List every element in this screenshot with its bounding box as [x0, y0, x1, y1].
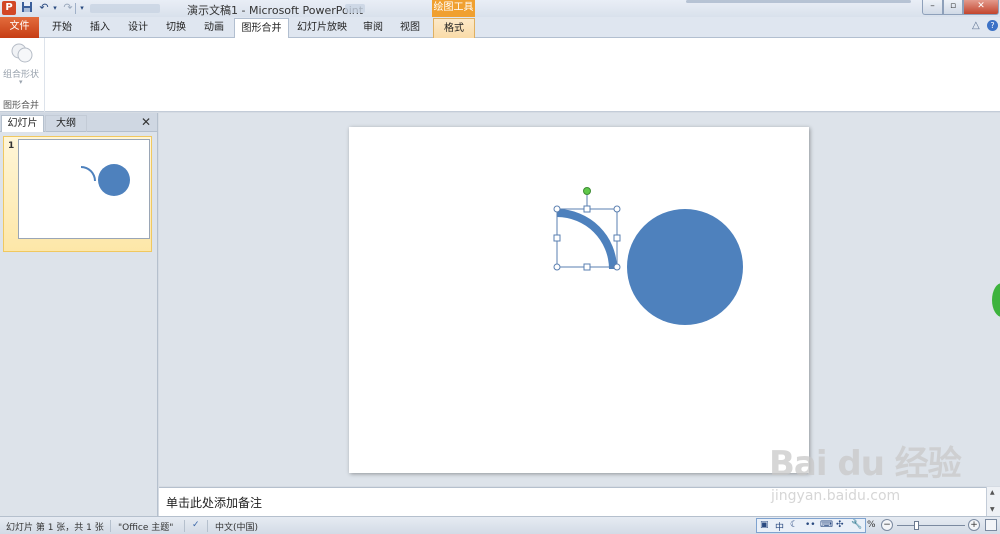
- resize-handle-left[interactable]: [553, 234, 561, 242]
- ime-mode[interactable]: 中: [775, 520, 784, 533]
- status-theme[interactable]: "Office 主题": [118, 520, 173, 533]
- status-language[interactable]: 中文(中国): [215, 520, 258, 533]
- slides-pane-tabs: 幻灯片 大纲 ✕: [0, 113, 157, 132]
- slide-number: 1: [8, 141, 15, 151]
- tab-view[interactable]: 视图: [393, 18, 427, 38]
- resize-handle-top-right[interactable]: [613, 205, 621, 213]
- blurred-region: [345, 4, 365, 13]
- punctuation-icon[interactable]: ✣: [836, 520, 844, 530]
- tab-review[interactable]: 审阅: [356, 18, 390, 38]
- resize-handle-bottom[interactable]: [583, 263, 591, 271]
- ribbon-panel: 组合形状 ▾ 图形合并: [0, 38, 1000, 112]
- redo-icon[interactable]: ↷: [61, 1, 75, 15]
- status-separator: [207, 520, 208, 532]
- undo-dropdown-icon[interactable]: ▾: [51, 1, 59, 15]
- wrench-icon[interactable]: 🔧: [851, 520, 862, 530]
- zoom-slider-track[interactable]: [897, 525, 965, 526]
- maximize-button[interactable]: ▫: [943, 0, 963, 15]
- tab-transitions[interactable]: 切换: [159, 18, 193, 38]
- resize-handle-bottom-right[interactable]: [613, 263, 621, 271]
- keyboard-icon[interactable]: ⌨: [820, 520, 833, 530]
- moon-icon[interactable]: ☾: [790, 520, 798, 530]
- zoom-slider-thumb[interactable]: [914, 521, 919, 530]
- combine-shapes-icon[interactable]: [10, 42, 34, 64]
- slides-pane: 幻灯片 大纲 ✕ 1: [0, 113, 158, 516]
- customize-qat-icon[interactable]: ▾: [78, 1, 86, 15]
- dots-icon[interactable]: ••: [805, 520, 816, 530]
- tab-outline[interactable]: 大纲: [45, 115, 87, 132]
- ime-logo-icon[interactable]: ▣: [760, 520, 769, 530]
- thumb-arc-shape: [81, 166, 96, 181]
- notes-placeholder[interactable]: 单击此处添加备注: [166, 494, 262, 511]
- minimize-button[interactable]: –: [922, 0, 943, 15]
- notes-pane[interactable]: 单击此处添加备注: [159, 487, 986, 516]
- tab-shape-combine[interactable]: 图形合并: [234, 18, 289, 39]
- notes-scrollbar[interactable]: ▲ ▼: [986, 487, 1000, 516]
- resize-handle-top[interactable]: [583, 205, 591, 213]
- thumb-circle-shape: [98, 164, 130, 196]
- slide-thumbnail[interactable]: [18, 139, 150, 239]
- blurred-region: [90, 4, 160, 13]
- title-bar: P ↶ ▾ ↷ ▾ 演示文稿1 - Microsoft PowerPoint 绘…: [0, 0, 1000, 17]
- resize-handle-right[interactable]: [613, 234, 621, 242]
- fit-to-window-icon[interactable]: [985, 519, 997, 531]
- undo-icon[interactable]: ↶: [37, 1, 51, 15]
- zoom-percent[interactable]: %: [867, 520, 876, 530]
- contextual-group-drawing-tools: 绘图工具: [432, 0, 475, 17]
- ribbon-group-shape-combine: 组合形状 ▾ 图形合并: [0, 38, 45, 112]
- status-separator: [110, 520, 111, 532]
- ime-toolbar[interactable]: ▣ 中 ☾ •• ⌨ ✣ 🔧: [756, 518, 866, 533]
- close-button[interactable]: ✕: [963, 0, 999, 15]
- resize-handle-bottom-left[interactable]: [553, 263, 561, 271]
- slide-canvas[interactable]: [349, 127, 809, 473]
- blurred-region: [686, 0, 911, 3]
- scroll-down-icon[interactable]: ▼: [990, 506, 995, 513]
- tab-home[interactable]: 开始: [45, 18, 79, 38]
- spell-check-icon[interactable]: ✓: [192, 520, 200, 530]
- tab-insert[interactable]: 插入: [83, 18, 117, 38]
- save-icon[interactable]: [20, 1, 34, 15]
- tab-file[interactable]: 文件: [0, 17, 39, 38]
- combine-shapes-dropdown-icon[interactable]: ▾: [19, 78, 23, 86]
- tab-slide-show[interactable]: 幻灯片放映: [292, 18, 352, 38]
- scroll-up-icon[interactable]: ▲: [990, 489, 995, 496]
- help-icon[interactable]: ?: [987, 20, 998, 31]
- slide-editing-area: [159, 113, 1000, 486]
- resize-handle-top-left[interactable]: [553, 205, 561, 213]
- rotation-handle[interactable]: [583, 187, 591, 195]
- window-title: 演示文稿1 - Microsoft PowerPoint: [187, 4, 364, 17]
- zoom-in-button[interactable]: +: [968, 519, 980, 531]
- tab-slides[interactable]: 幻灯片: [1, 115, 44, 132]
- close-pane-icon[interactable]: ✕: [141, 115, 151, 129]
- status-bar: 幻灯片 第 1 张，共 1 张 "Office 主题" ✓ 中文(中国) ▣ 中…: [0, 516, 1000, 534]
- powerpoint-app-icon[interactable]: P: [2, 1, 16, 15]
- circle-shape[interactable]: [627, 209, 743, 325]
- tab-design[interactable]: 设计: [121, 18, 155, 38]
- slide-thumbnail-row[interactable]: 1: [3, 136, 152, 252]
- tab-animations[interactable]: 动画: [197, 18, 231, 38]
- status-separator: [184, 520, 185, 532]
- ribbon-tab-bar: 文件 开始 插入 设计 切换 动画 图形合并 幻灯片放映 审阅 视图 格式 △ …: [0, 17, 1000, 39]
- tab-format[interactable]: 格式: [433, 18, 475, 38]
- status-slide-info: 幻灯片 第 1 张，共 1 张: [6, 523, 104, 533]
- minimize-ribbon-icon[interactable]: △: [972, 20, 980, 31]
- ribbon-group-label: 图形合并: [3, 101, 40, 111]
- zoom-out-button[interactable]: −: [881, 519, 893, 531]
- qat-separator: [75, 3, 76, 14]
- arc-shape[interactable]: [557, 209, 617, 269]
